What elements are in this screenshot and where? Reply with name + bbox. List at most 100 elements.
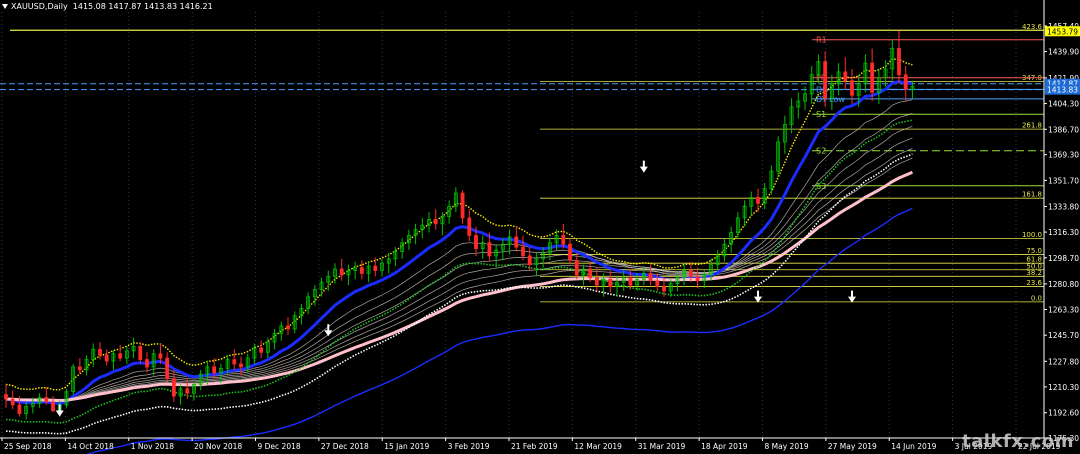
candle-body	[688, 270, 693, 277]
x-tick-label: 1 Nov 2018	[131, 442, 174, 451]
candle-body	[10, 398, 15, 406]
candle-body	[655, 280, 660, 287]
fib-level-label: 23.6	[1026, 279, 1042, 287]
candle-body	[574, 259, 579, 276]
fib-level-label: 423.6	[1022, 23, 1043, 31]
pivot-label: R1	[816, 36, 827, 45]
candle-body	[903, 74, 908, 90]
candle-body	[239, 363, 243, 368]
candle-body	[756, 197, 760, 204]
candle-body	[98, 348, 102, 356]
y-tick-label: 1227.80	[1048, 357, 1079, 366]
x-tick-label: 15 Jan 2019	[384, 442, 429, 451]
y-tick-label: 1316.30	[1048, 228, 1079, 237]
y-tick-label: 1210.30	[1048, 383, 1079, 392]
candle-body	[561, 235, 566, 245]
candle-body	[373, 265, 378, 271]
y-tick-label: 1192.60	[1048, 409, 1079, 418]
candle-body	[138, 346, 143, 360]
y-tick-label: 1245.70	[1048, 331, 1079, 340]
y-tick-label: 1404.30	[1048, 100, 1079, 109]
candle-body	[628, 277, 633, 286]
ohlc-readout: 1415.08 1417.87 1413.83 1416.21	[72, 2, 213, 11]
candle-body	[594, 277, 599, 286]
price-tag-label: 1453.79	[1047, 27, 1078, 36]
price-chart[interactable]: 423.6 347.0 261.8 161.8 100.0 75.0 61.8 50.0 38.…	[0, 0, 1080, 454]
candle-body	[185, 388, 190, 394]
candle-body	[527, 255, 532, 266]
x-tick-label: 3 Feb 2019	[448, 442, 490, 451]
collapse-triangle-icon[interactable]	[2, 4, 8, 9]
chart-header: XAUUSD,Daily 1415.08 1417.87 1413.83 141…	[2, 2, 213, 11]
candle-body	[467, 217, 472, 236]
candle-body	[648, 273, 653, 282]
x-tick-label: 27 May 2019	[828, 442, 877, 451]
y-tick-label: 1351.70	[1048, 176, 1079, 185]
fib-level-label: 38.2	[1026, 269, 1042, 277]
watermark-logo: talkfx.com	[962, 431, 1074, 452]
candle-body	[568, 243, 572, 261]
candle-body	[433, 218, 438, 225]
y-tick-label: 1439.90	[1048, 48, 1079, 57]
x-tick-label: 27 Dec 2018	[321, 442, 369, 451]
candle-body	[695, 275, 700, 282]
candle-body	[158, 353, 163, 359]
candle-body	[145, 359, 149, 368]
price-tag-label: 1413.83	[1047, 86, 1078, 95]
candle-body	[521, 246, 525, 257]
candle-body	[843, 71, 848, 82]
fib-level-label: 75.0	[1026, 247, 1042, 255]
symbol-label: XAUUSD,Daily	[11, 2, 68, 11]
x-tick-label: 18 Apr 2019	[701, 442, 748, 451]
chart-background	[0, 0, 1080, 454]
candle-body	[286, 325, 290, 330]
candle-body	[118, 353, 123, 359]
x-tick-label: 31 Mar 2019	[638, 442, 686, 451]
candle-body	[44, 397, 49, 403]
y-tick-label: 1263.30	[1048, 305, 1079, 314]
x-tick-label: 12 Mar 2019	[574, 442, 622, 451]
y-tick-label: 1298.70	[1048, 254, 1079, 263]
candle-body	[339, 268, 344, 276]
y-tick-label: 1280.80	[1048, 280, 1079, 289]
candle-body	[474, 235, 478, 249]
pivot-label: S1	[816, 110, 826, 119]
candle-body	[259, 347, 264, 353]
fib-level-label: 100.0	[1022, 231, 1042, 239]
fib-level-label: 161.8	[1022, 191, 1042, 199]
candle-body	[4, 394, 8, 400]
x-tick-label: 20 Nov 2018	[194, 442, 242, 451]
candle-body	[850, 80, 854, 96]
pivot-label: S2	[816, 147, 826, 156]
candle-body	[870, 62, 875, 93]
candle-body	[165, 357, 170, 379]
candle-body	[359, 267, 364, 274]
pivot-label: Dly	[816, 85, 829, 94]
y-tick-label: 1333.80	[1048, 203, 1079, 212]
candle-body	[514, 236, 519, 248]
fib-level-label: 261.8	[1022, 122, 1042, 130]
candle-body	[171, 378, 176, 397]
candle-body	[77, 366, 82, 371]
fib-level-label: 0.0	[1031, 294, 1042, 302]
candle-body	[232, 359, 237, 365]
candle-body	[588, 268, 593, 279]
y-tick-label: 1386.70	[1048, 125, 1079, 134]
candle-body	[608, 278, 613, 287]
y-tick-label: 1369.30	[1048, 151, 1079, 160]
candle-body	[17, 404, 22, 415]
chart-canvas[interactable]: 423.6347.0261.8161.8100.075.061.850.038.…	[0, 0, 1080, 454]
x-tick-label: 21 Feb 2019	[511, 442, 558, 451]
candle-body	[897, 48, 901, 76]
x-tick-label: 25 Sep 2018	[4, 442, 52, 451]
candle-body	[460, 192, 465, 219]
x-tick-label: 14 Oct 2018	[67, 442, 114, 451]
candle-body	[662, 286, 666, 292]
candle-body	[487, 242, 492, 257]
candle-body	[212, 366, 217, 374]
x-tick-label: 8 May 2019	[765, 442, 809, 451]
candle-body	[823, 61, 828, 99]
x-tick-label: 9 Dec 2018	[258, 442, 301, 451]
candle-body	[51, 401, 55, 412]
candle-body	[104, 354, 109, 362]
